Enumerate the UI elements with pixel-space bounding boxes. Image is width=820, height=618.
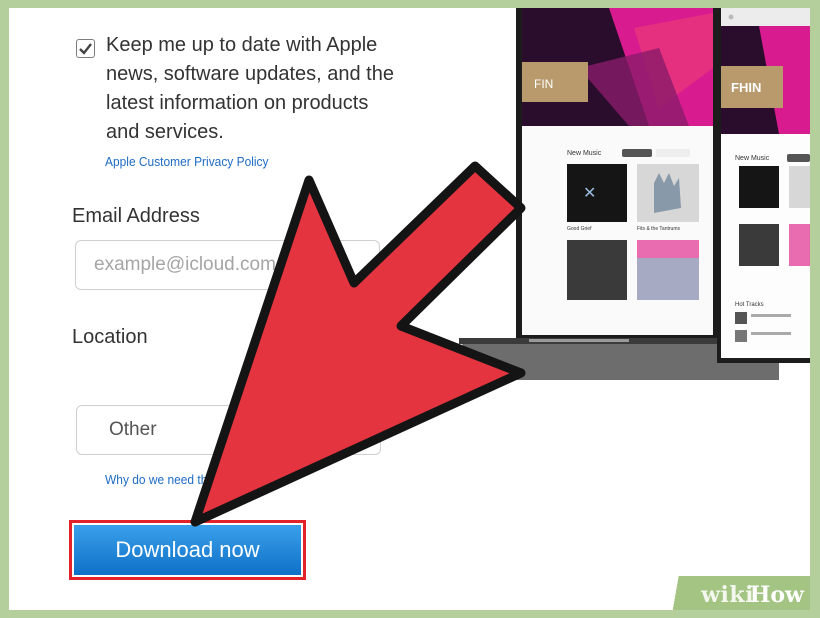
wikihow-watermark: wiki How [660, 576, 810, 610]
red-arrow-pointer-icon [190, 161, 526, 527]
watermark-how: How [749, 582, 804, 608]
watermark-wiki: wiki [701, 582, 754, 608]
screenshot-frame: Keep me up to date with Apple news, soft… [9, 8, 810, 610]
